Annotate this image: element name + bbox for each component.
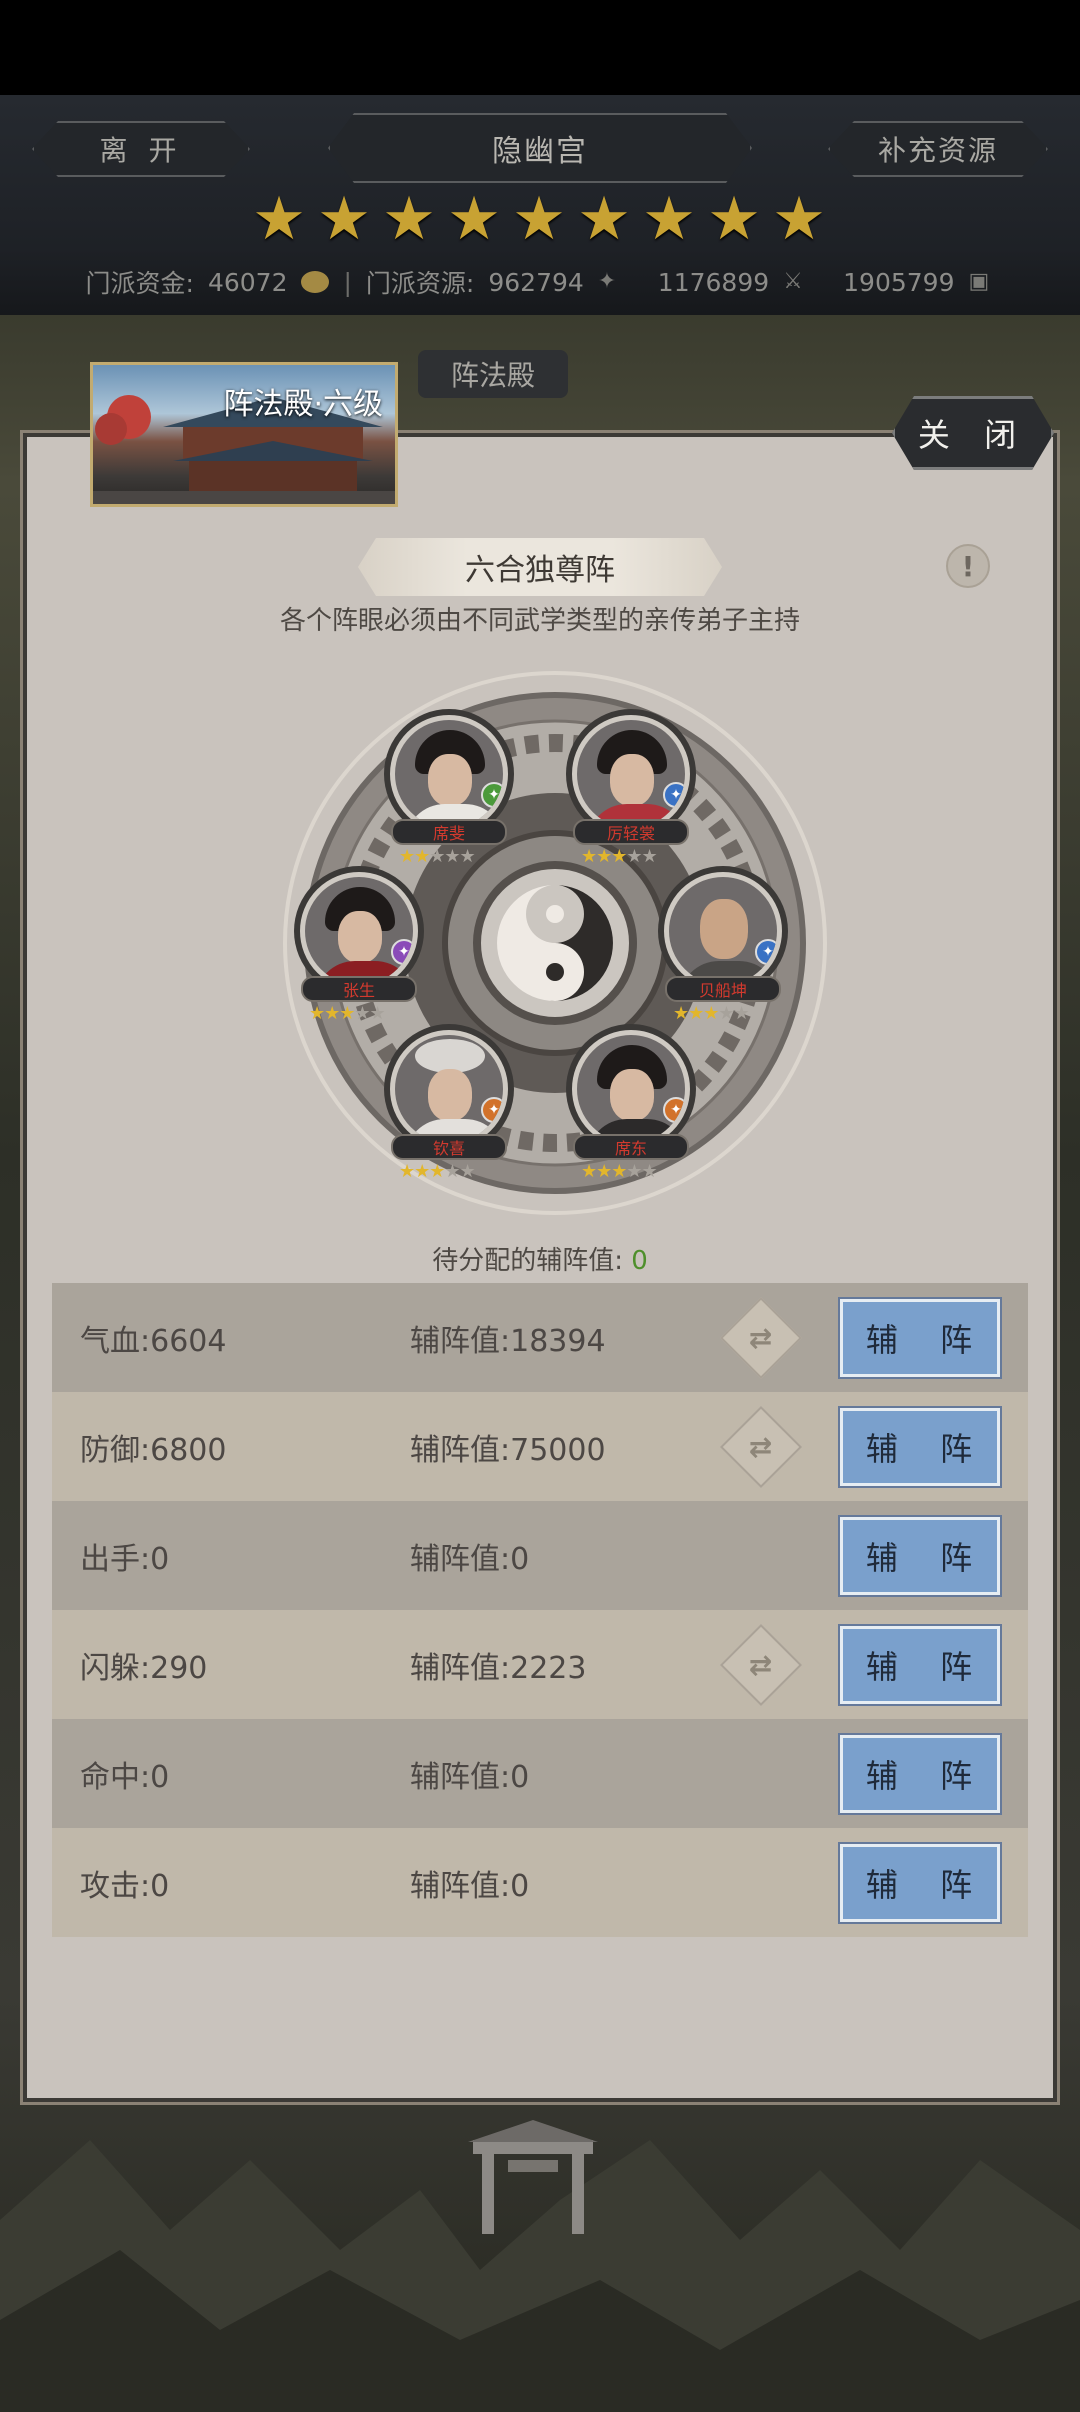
stat-label: 攻击:0 [80,1868,170,1904]
disciple-slot[interactable]: ✦ 席斐 ★★★★★ [384,715,514,867]
swap-icon[interactable]: ⇄ [719,1405,803,1488]
stat-row-speed: 出手:0 辅阵值:0 辅 阵 [52,1501,1028,1610]
resource-bar: 门派资金: 46072 | 门派资源: 962794 ✦ 1176899 ⚔ 1… [0,262,1080,302]
funds-label: 门派资金: [85,269,194,298]
divider: | [343,267,352,297]
stat-row-hit: 命中:0 辅阵值:0 辅 阵 [52,1719,1028,1828]
aux-value: 辅阵值:75000 [410,1432,606,1468]
stat-table: 气血:6604 辅阵值:18394 ⇄ 辅 阵 防御:6800 辅阵值:7500… [52,1283,1028,1937]
status-bar [0,0,1080,95]
assist-button[interactable]: 辅 阵 [840,1516,1000,1595]
aux-value: 辅阵值:0 [410,1868,530,1904]
resources-value: 962794 [488,267,584,297]
stat-row-attack: 攻击:0 辅阵值:0 辅 阵 [52,1828,1028,1937]
disciple-slot[interactable]: ✦ 席东 ★★★★★ [566,1030,696,1182]
disciple-slot[interactable]: ✦ 贝船坤 ★★★★★ [658,872,788,1024]
disciple-portrait: ✦ [390,715,508,833]
disciple-portrait: ✦ [300,872,418,990]
disciple-name: 张生 [301,976,417,1002]
martial-type-icon: ✦ [481,782,503,808]
disciple-stars: ★★★★★ [581,846,658,867]
sect-stars: ★ ★ ★ ★ ★ ★ ★ ★ ★ [250,184,835,254]
disciple-slot[interactable]: ✦ 张生 ★★★★★ [294,872,424,1024]
sect-star-icon: ★ [577,184,631,254]
res2-value: 1176899 [657,267,770,297]
stat-label: 气血:6604 [80,1323,227,1359]
aux-value: 辅阵值:0 [410,1541,530,1577]
aux-value: 辅阵值:0 [410,1759,530,1795]
sect-star-icon: ★ [382,184,436,254]
replenish-button[interactable]: 补充资源 [828,121,1048,177]
disciple-stars: ★★★★★ [399,1161,476,1182]
sect-star-icon: ★ [772,184,826,254]
stat-label: 命中:0 [80,1759,170,1795]
coin-icon [301,271,330,293]
tab-formation-hall[interactable]: 阵法殿 [418,350,568,398]
gate-decoration [468,2120,598,2234]
disciple-stars: ★★★★★ [309,1003,386,1024]
pending-value: 0 [631,1246,648,1276]
aux-value: 辅阵值:2223 [410,1650,587,1686]
sect-name: 隐幽宫 [328,113,752,183]
stat-row-hp: 气血:6604 辅阵值:18394 ⇄ 辅 阵 [52,1283,1028,1392]
swap-icon[interactable]: ⇄ [719,1296,803,1379]
sect-star-icon: ★ [252,184,306,254]
martial-type-icon: ✦ [481,1097,503,1123]
building-title: 阵法殿·六级 [223,387,383,422]
assist-button[interactable]: 辅 阵 [840,1625,1000,1704]
sect-star-icon: ★ [317,184,371,254]
martial-type-icon: ✦ [391,939,413,965]
disciple-stars: ★★★★★ [673,1003,750,1024]
martial-type-icon: ✦ [663,1097,685,1123]
martial-type-icon: ✦ [755,939,777,965]
assist-button[interactable]: 辅 阵 [840,1843,1000,1922]
assist-button[interactable]: 辅 阵 [840,1734,1000,1813]
disciple-name: 厉轻裳 [573,819,689,845]
info-icon[interactable]: ! [946,544,990,588]
disciple-name: 钦喜 [391,1134,507,1160]
formation-subtitle: 各个阵眼必须由不同武学类型的亲传弟子主持 [279,606,800,636]
disciple-portrait: ✦ [664,872,782,990]
disciple-stars: ★★★★★ [399,846,476,867]
disciple-slot[interactable]: ✦ 厉轻裳 ★★★★★ [566,715,696,867]
close-button[interactable]: 关 闭 [892,396,1054,470]
pending-label: 待分配的辅阵值: [432,1246,623,1276]
resource-icon: ✦ [597,269,617,294]
sect-star-icon: ★ [642,184,696,254]
stat-label: 防御:6800 [80,1432,227,1468]
stat-label: 出手:0 [80,1541,170,1577]
sect-star-icon: ★ [512,184,566,254]
sect-star-icon: ★ [447,184,501,254]
disciple-portrait: ✦ [390,1030,508,1148]
chest-icon: ▣ [968,269,990,294]
assist-button[interactable]: 辅 阵 [840,1298,1000,1377]
resources-label: 门派资源: [365,269,475,298]
formation-name: 六合独尊阵 [358,538,722,596]
funds-value: 46072 [207,267,288,297]
disciple-portrait: ✦ [572,1030,690,1148]
stat-row-dodge: 闪躲:290 辅阵值:2223 ⇄ 辅 阵 [52,1610,1028,1719]
aux-value: 辅阵值:18394 [410,1323,606,1359]
assist-button[interactable]: 辅 阵 [840,1407,1000,1486]
res3-value: 1905799 [843,267,955,297]
stat-label: 闪躲:290 [80,1650,208,1686]
swap-icon[interactable]: ⇄ [719,1623,803,1706]
pending-aux-value: 待分配的辅阵值: 0 [0,1240,1080,1277]
building-thumbnail: 阵法殿·六级 [90,362,398,507]
leave-button[interactable]: 离 开 [32,121,250,177]
disciple-name: 席东 [573,1134,689,1160]
disciple-portrait: ✦ [572,715,690,833]
disciple-slot[interactable]: ✦ 钦喜 ★★★★★ [384,1030,514,1182]
martial-type-icon: ✦ [663,782,685,808]
disciple-name: 贝船坤 [665,976,781,1002]
sect-star-icon: ★ [707,184,761,254]
disciple-name: 席斐 [391,819,507,845]
disciple-stars: ★★★★★ [581,1161,658,1182]
stat-row-defense: 防御:6800 辅阵值:75000 ⇄ 辅 阵 [52,1392,1028,1501]
sword-icon: ⚔ [783,269,803,294]
